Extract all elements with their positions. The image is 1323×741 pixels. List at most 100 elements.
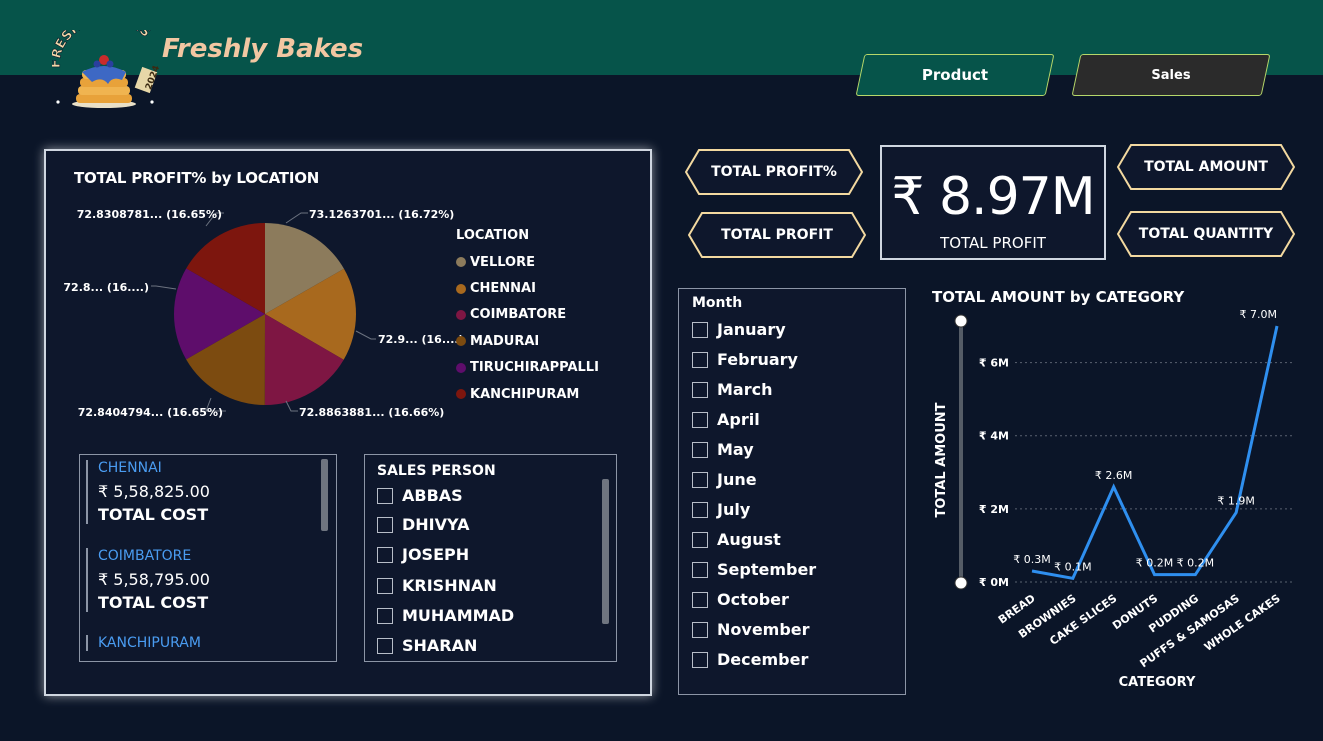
checkbox[interactable] (692, 321, 708, 338)
checkbox[interactable] (377, 577, 393, 594)
sales-person-option[interactable]: SHARAN (377, 636, 477, 655)
legend-label: MADURAI (470, 333, 540, 349)
legend-item-tiruchirappalli[interactable]: TIRUCHIRAPPALLI (456, 355, 599, 381)
total-amount-label: TOTAL AMOUNT (1144, 159, 1268, 175)
month-option[interactable]: September (692, 560, 816, 579)
checkbox[interactable] (377, 516, 393, 533)
nav-sales-button[interactable]: Sales (1071, 54, 1271, 96)
checkbox[interactable] (692, 471, 708, 488)
sales-person-option[interactable]: MUHAMMAD (377, 606, 514, 625)
line-chart-title: TOTAL AMOUNT by CATEGORY (932, 288, 1185, 306)
total-quantity-button[interactable]: TOTAL QUANTITY (1117, 211, 1295, 257)
month-option[interactable]: April (692, 410, 760, 429)
checkbox[interactable] (692, 411, 708, 428)
legend-item-madurai[interactable]: MADURAI (456, 328, 599, 354)
pie-label-kanchipuram: 72.8308781... (16.65%) (77, 208, 222, 221)
checkbox[interactable] (692, 621, 708, 638)
checkbox[interactable] (692, 381, 708, 398)
checkbox[interactable] (692, 531, 708, 548)
sales-person-option[interactable]: JOSEPH (377, 545, 469, 564)
total-profit-label: TOTAL PROFIT (721, 227, 833, 243)
location-name: COIMBATORE (98, 548, 192, 564)
pie-leader-line (285, 400, 298, 412)
month-label: November (717, 620, 810, 639)
brand-logo: FRESHLY BAKES 2024 (52, 30, 162, 108)
checkbox[interactable] (692, 651, 708, 668)
sales-person-option[interactable]: KRISHNAN (377, 576, 497, 595)
checkbox[interactable] (377, 546, 393, 563)
month-label: April (717, 410, 760, 429)
data-label: ₹ 0.1M (1054, 560, 1091, 573)
sales-person-option[interactable]: ABBAS (377, 486, 463, 505)
sales-person-name: SHARAN (402, 636, 478, 655)
month-option[interactable]: November (692, 620, 810, 639)
nav-product-label: Product (921, 66, 989, 84)
checkbox[interactable] (692, 351, 708, 368)
location-cost-value: ₹ 5,58,825.00 (98, 482, 210, 501)
month-option[interactable]: December (692, 650, 808, 669)
y-axis-title: TOTAL AMOUNT (934, 402, 949, 517)
legend-dot (456, 309, 466, 320)
checkbox[interactable] (692, 561, 708, 578)
month-option[interactable]: October (692, 590, 789, 609)
checkbox[interactable] (377, 487, 393, 504)
kpi-label: TOTAL PROFIT (940, 234, 1046, 252)
location-cost-item: CHENNAI ₹ 5,58,825.00 TOTAL COST (86, 460, 210, 524)
checkbox[interactable] (377, 637, 393, 654)
x-tick-label: WHOLE CAKES (1202, 592, 1283, 654)
y-tick-label: ₹ 6M (979, 357, 1009, 370)
total-profit-button[interactable]: TOTAL PROFIT (688, 212, 866, 258)
pie-label-tiruchirappalli: 72.8... (16....) (63, 281, 149, 294)
total-quantity-label: TOTAL QUANTITY (1138, 226, 1274, 242)
data-label: ₹ 0.3M (1013, 553, 1050, 566)
month-option[interactable]: July (692, 500, 750, 519)
svg-text:2024: 2024 (144, 64, 162, 91)
legend-label: KANCHIPURAM (470, 386, 580, 402)
legend-item-coimbatore[interactable]: COIMBATORE (456, 302, 599, 328)
location-cost-card[interactable]: CHENNAI ₹ 5,58,825.00 TOTAL COST COIMBAT… (79, 454, 337, 662)
y-tick-label: ₹ 4M (979, 430, 1009, 443)
amount-series-line (1031, 325, 1279, 581)
legend-item-vellore[interactable]: VELLORE (456, 249, 599, 275)
pie-leader-line (151, 285, 177, 290)
sales-person-option[interactable]: DHIVYA (377, 515, 469, 534)
month-label: June (717, 470, 757, 489)
location-name: KANCHIPURAM (98, 635, 201, 651)
legend-item-kanchipuram[interactable]: KANCHIPURAM (456, 381, 599, 407)
month-option[interactable]: May (692, 440, 754, 459)
range-slider-handle-bottom[interactable] (954, 576, 968, 590)
pie-leader-line (285, 212, 308, 224)
location-cost-value: ₹ 5,58,795.00 (98, 570, 210, 589)
location-cost-label: TOTAL COST (98, 593, 209, 612)
legend-label: CHENNAI (470, 281, 536, 297)
amount-by-category-chart[interactable]: ₹ 0M ₹ 2M ₹ 4M ₹ 6M ₹ 0.3M ₹ 0.1M ₹ 2.6M ₹ 0.2… (920, 310, 1310, 705)
month-slicer: Month January February March April May J… (678, 288, 906, 695)
legend-dot (456, 336, 466, 347)
checkbox[interactable] (692, 501, 708, 518)
month-option[interactable]: March (692, 380, 772, 399)
month-option[interactable]: June (692, 470, 757, 489)
sales-person-name: MUHAMMAD (402, 606, 515, 625)
profit-by-location-panel: TOTAL PROFIT% by LOCATION 73.1263701... … (44, 149, 652, 696)
checkbox[interactable] (692, 591, 708, 608)
sales-person-scrollbar[interactable] (602, 479, 609, 624)
month-option[interactable]: August (692, 530, 781, 549)
checkbox[interactable] (692, 441, 708, 458)
location-cost-item: KANCHIPURAM (86, 635, 201, 651)
nav-product-button[interactable]: Product (855, 54, 1055, 96)
legend-dot (456, 389, 466, 400)
month-label: March (717, 380, 773, 399)
month-option[interactable]: January (692, 320, 786, 339)
brand-title: Freshly Bakes (162, 34, 364, 64)
month-label: September (717, 560, 817, 579)
total-amount-button[interactable]: TOTAL AMOUNT (1117, 144, 1295, 190)
total-profit-pct-button[interactable]: TOTAL PROFIT% (685, 149, 863, 195)
pie-label-chennai: 72.9... (16....) (378, 333, 464, 346)
legend-item-chennai[interactable]: CHENNAI (456, 275, 599, 301)
checkbox[interactable] (377, 607, 393, 624)
location-card-scrollbar[interactable] (321, 459, 328, 531)
legend-dot (456, 362, 466, 373)
pie-label-madurai: 72.8404794... (16.65%) (78, 406, 223, 419)
month-option[interactable]: February (692, 350, 798, 369)
range-slider-handle-top[interactable] (954, 314, 968, 328)
